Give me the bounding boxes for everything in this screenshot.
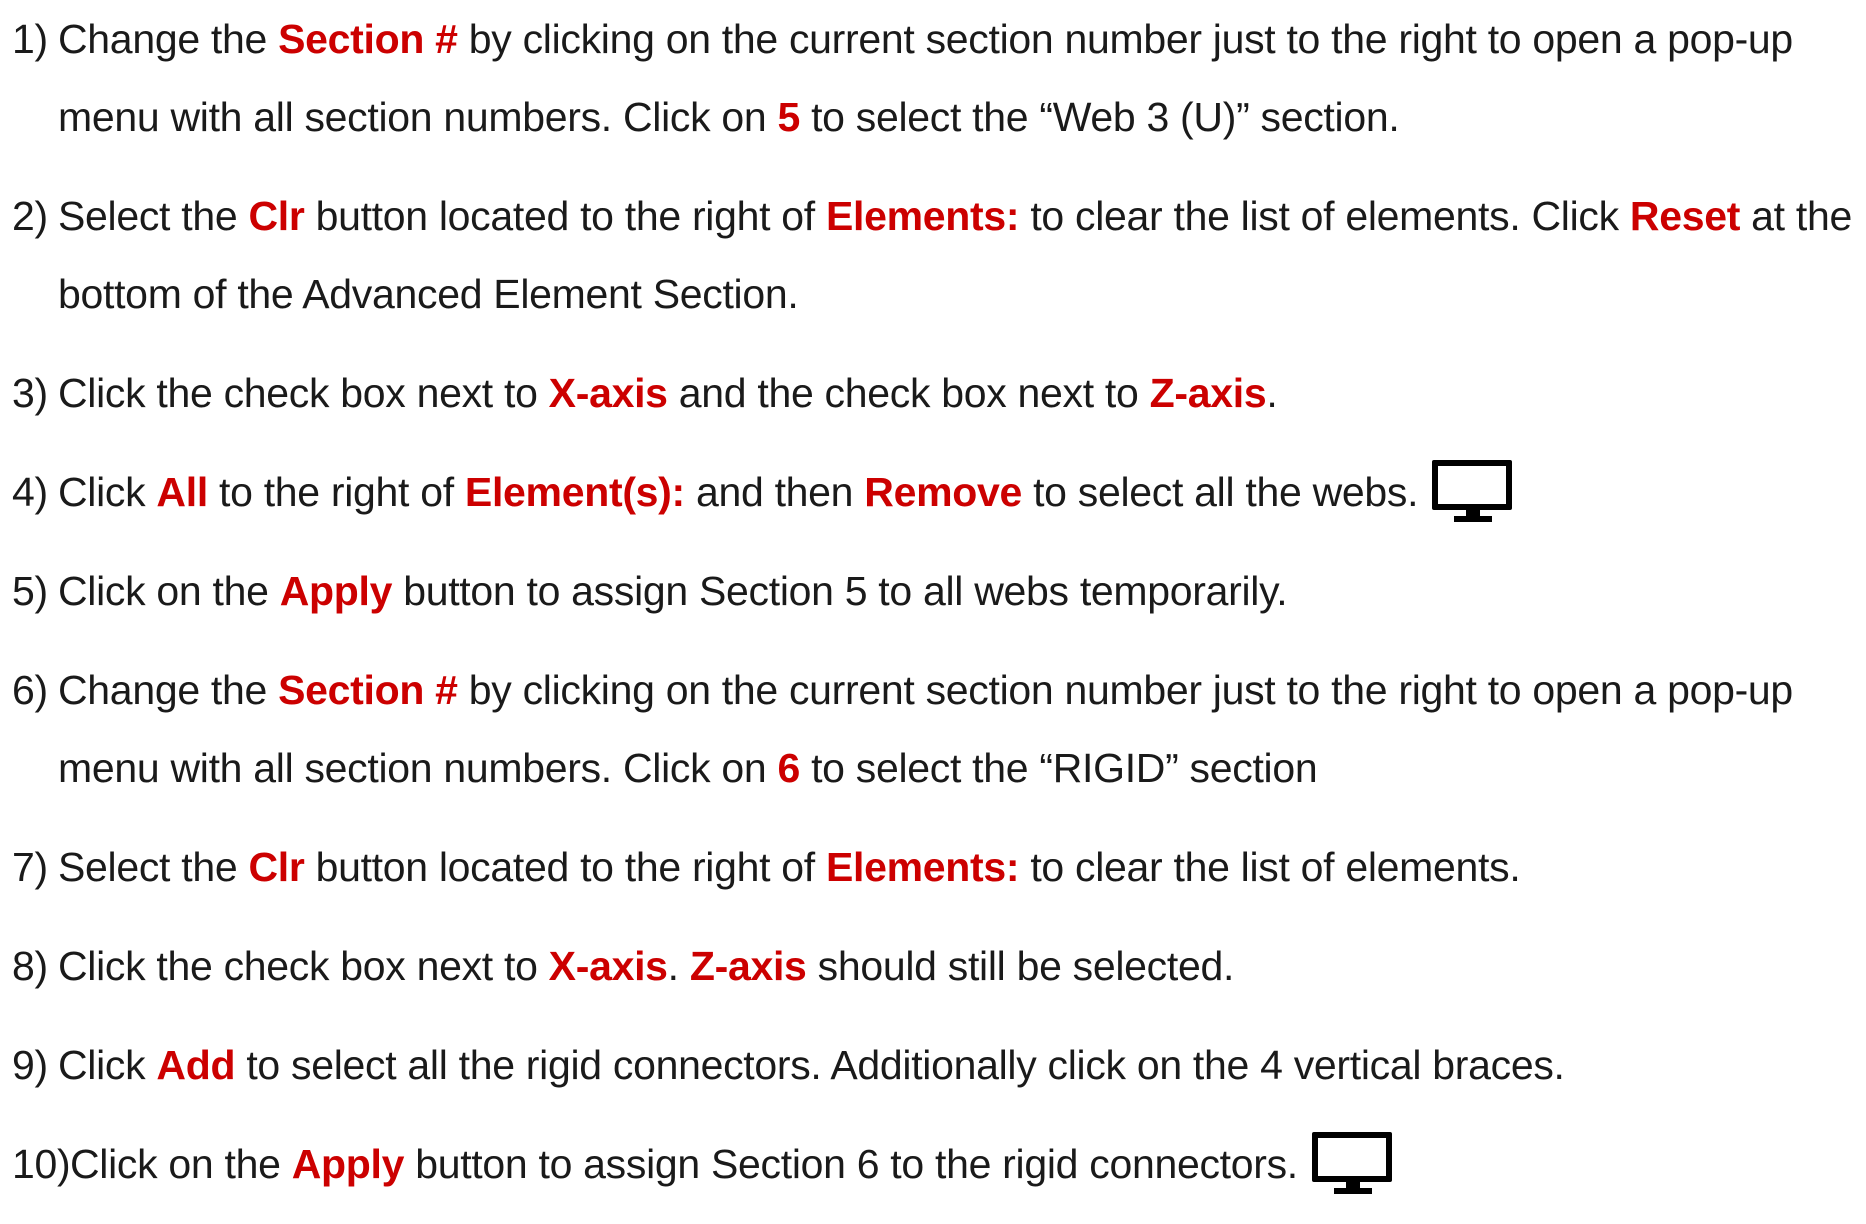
step-text: Click [58, 469, 157, 515]
step-text: to select all the webs. [1022, 469, 1419, 515]
step-text: button to assign Section 6 to the rigid … [404, 1141, 1298, 1187]
step-text: to select the “RIGID” section [800, 745, 1318, 791]
highlighted-term: Element(s): [464, 469, 685, 515]
step-number: 4) [12, 469, 48, 515]
monitor-icon [1432, 460, 1524, 522]
list-item: 4) Click All to the right of Element(s): … [12, 453, 1858, 531]
step-text: Change the [58, 16, 279, 62]
step-text: and the check box next to [667, 370, 1150, 416]
step-text: . [1266, 370, 1278, 416]
highlighted-term: X-axis [548, 943, 668, 989]
step-text: Change the [58, 667, 279, 713]
highlighted-term: Z-axis [689, 943, 807, 989]
step-text: to clear the list of elements. Click [1019, 193, 1630, 239]
list-item: 10) Click on the Apply button to assign S… [12, 1125, 1866, 1203]
step-text: and then [684, 469, 865, 515]
highlighted-term: Reset [1629, 193, 1741, 239]
step-number: 5) [12, 568, 48, 614]
step-number: 3) [12, 370, 48, 416]
step-text: button located to the right of [304, 193, 826, 239]
highlighted-term: Section # [278, 16, 458, 62]
step-number: 8) [12, 943, 48, 989]
list-item: 9) Click Add to select all the rigid conn… [12, 1026, 1858, 1104]
step-number: 10) [12, 1141, 71, 1187]
highlighted-term: Remove [864, 469, 1022, 515]
list-item: 2) Select the Clr button located to the r… [12, 177, 1858, 333]
step-text: to select the “Web 3 (U)” section. [800, 94, 1400, 140]
step-text: should still be selected. [806, 943, 1235, 989]
monitor-icon [1311, 1132, 1404, 1194]
step-text: Select the [58, 844, 249, 890]
highlighted-term: Elements: [825, 844, 1020, 890]
step-text: Click on the [58, 568, 280, 614]
step-text: Click the check box next to [58, 943, 549, 989]
highlighted-term: 5 [777, 94, 800, 140]
highlighted-term: Z-axis [1149, 370, 1267, 416]
step-text: button located to the right of [304, 844, 826, 890]
highlighted-term: Clr [248, 844, 305, 890]
highlighted-term: 6 [777, 745, 800, 791]
list-item: 8) Click the check box next to X-axis. Z-… [12, 927, 1858, 1005]
step-number: 2) [12, 193, 48, 239]
step-number: 7) [12, 844, 48, 890]
list-item: 5) Click on the Apply button to assign Se… [12, 552, 1858, 630]
highlighted-term: Section # [278, 667, 458, 713]
step-text: to clear the list of elements. [1019, 844, 1521, 890]
list-item: 7) Select the Clr button located to the r… [12, 828, 1858, 906]
highlighted-term: All [156, 469, 208, 515]
highlighted-term: Apply [291, 1141, 405, 1187]
step-text: Click on the [70, 1141, 292, 1187]
highlighted-term: Apply [279, 568, 393, 614]
step-number: 1) [12, 16, 48, 62]
step-number: 6) [12, 667, 48, 713]
highlighted-term: Clr [248, 193, 305, 239]
step-text: button to assign Section 5 to all webs t… [392, 568, 1288, 614]
highlighted-term: X-axis [548, 370, 668, 416]
step-text: Select the [58, 193, 249, 239]
list-item: 3) Click the check box next to X-axis and… [12, 354, 1858, 432]
step-text: Click [58, 1042, 157, 1088]
list-item: 6) Change the Section # by clicking on th… [12, 651, 1858, 807]
step-text: . [667, 943, 690, 989]
step-text: Click the check box next to [58, 370, 549, 416]
step-number: 9) [12, 1042, 48, 1088]
highlighted-term: Add [156, 1042, 236, 1088]
highlighted-term: Elements: [825, 193, 1020, 239]
step-text: to the right of [207, 469, 465, 515]
step-text: to select all the rigid connectors. Addi… [235, 1042, 1565, 1088]
list-item: 1) Change the Section # by clicking on th… [12, 0, 1858, 156]
instruction-list: 1) Change the Section # by clicking on th… [12, 0, 1862, 1224]
